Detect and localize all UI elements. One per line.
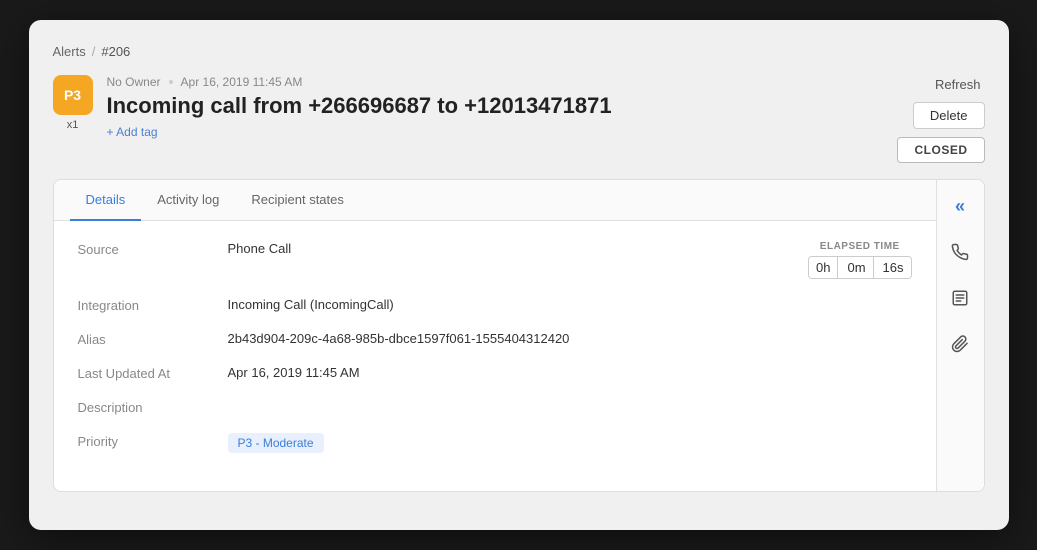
label-last-updated: Last Updated At — [78, 365, 228, 381]
alert-title: Incoming call from +266696687 to +120134… — [107, 93, 612, 119]
label-integration: Integration — [78, 297, 228, 313]
header-right: Refresh Delete CLOSED — [897, 75, 984, 163]
value-last-updated: Apr 16, 2019 11:45 AM — [228, 365, 912, 380]
phone-icon[interactable] — [946, 238, 974, 266]
card-right-sidebar: « — [936, 180, 984, 491]
label-source: Source — [78, 241, 228, 257]
source-row: Phone Call ELAPSED TIME 0h 0m 16s — [228, 241, 912, 279]
header-info: No Owner Apr 16, 2019 11:45 AM Incoming … — [107, 75, 612, 139]
timestamp: Apr 16, 2019 11:45 AM — [181, 75, 303, 89]
breadcrumb: Alerts / #206 — [53, 44, 985, 59]
tab-details[interactable]: Details — [70, 180, 142, 221]
breadcrumb-parent[interactable]: Alerts — [53, 44, 86, 59]
closed-button[interactable]: CLOSED — [897, 137, 984, 163]
alert-header: P3 x1 No Owner Apr 16, 2019 11:45 AM Inc… — [53, 75, 985, 163]
notes-icon[interactable] — [946, 284, 974, 312]
field-row-description: Description — [78, 399, 912, 415]
tab-recipient-states[interactable]: Recipient states — [235, 180, 360, 221]
collapse-icon[interactable]: « — [946, 192, 974, 220]
owner-label: No Owner — [107, 75, 161, 89]
avatar: P3 — [53, 75, 93, 115]
value-source: Phone Call — [228, 241, 809, 256]
elapsed-time: 0h 0m 16s — [808, 256, 912, 279]
tabs: Details Activity log Recipient states — [54, 180, 936, 221]
elapsed-box: ELAPSED TIME 0h 0m 16s — [808, 241, 912, 279]
field-row-alias: Alias 2b43d904-209c-4a68-985b-dbce1597f0… — [78, 331, 912, 347]
dot-separator — [169, 80, 173, 84]
header-left: P3 x1 No Owner Apr 16, 2019 11:45 AM Inc… — [53, 75, 612, 139]
card-left: Details Activity log Recipient states So… — [54, 180, 936, 491]
priority-badge[interactable]: P3 - Moderate — [228, 433, 324, 453]
field-row-integration: Integration Incoming Call (IncomingCall) — [78, 297, 912, 313]
avatar-badge: P3 x1 — [53, 75, 93, 131]
field-row-priority: Priority P3 - Moderate — [78, 433, 912, 453]
refresh-button[interactable]: Refresh — [931, 75, 985, 94]
tab-activity-log[interactable]: Activity log — [141, 180, 235, 221]
breadcrumb-id: #206 — [101, 44, 130, 59]
elapsed-label: ELAPSED TIME — [820, 241, 900, 252]
elapsed-minutes: 0m — [840, 257, 873, 278]
elapsed-seconds: 16s — [876, 257, 911, 278]
breadcrumb-separator: / — [92, 44, 96, 59]
meta-line: No Owner Apr 16, 2019 11:45 AM — [107, 75, 612, 89]
label-priority: Priority — [78, 433, 228, 449]
field-row-last-updated: Last Updated At Apr 16, 2019 11:45 AM — [78, 365, 912, 381]
label-description: Description — [78, 399, 228, 415]
value-integration: Incoming Call (IncomingCall) — [228, 297, 912, 312]
alert-window: Alerts / #206 P3 x1 No Owner Apr 16, 201… — [29, 20, 1009, 530]
label-alias: Alias — [78, 331, 228, 347]
field-row-source: Source Phone Call ELAPSED TIME 0h 0m 16s — [78, 241, 912, 279]
details-content: Source Phone Call ELAPSED TIME 0h 0m 16s — [54, 221, 936, 491]
add-tag-button[interactable]: + Add tag — [107, 125, 612, 139]
count-badge: x1 — [67, 119, 79, 131]
attachment-icon[interactable] — [946, 330, 974, 358]
main-card: Details Activity log Recipient states So… — [53, 179, 985, 492]
elapsed-hours: 0h — [809, 257, 838, 278]
delete-button[interactable]: Delete — [913, 102, 985, 129]
value-alias: 2b43d904-209c-4a68-985b-dbce1597f061-155… — [228, 331, 912, 346]
